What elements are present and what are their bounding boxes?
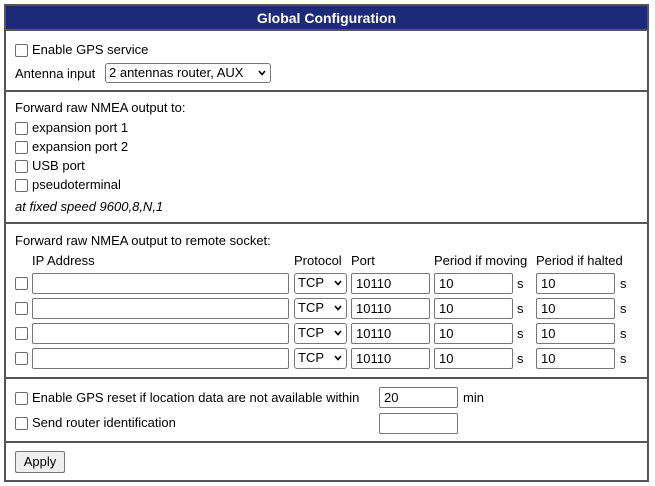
protocol-select[interactable]: TCP: [294, 273, 347, 294]
send-router-id-checkbox[interactable]: [15, 417, 28, 430]
apply-button[interactable]: Apply: [15, 451, 65, 473]
period-halted-input[interactable]: 10: [536, 273, 615, 294]
protocol-value: TCP: [298, 350, 324, 365]
panel-title: Global Configuration: [6, 6, 647, 31]
protocol-value: TCP: [298, 325, 324, 340]
period-halted-unit: s: [620, 276, 627, 291]
reset-timeout-unit: min: [463, 390, 484, 405]
forward-section: Forward raw NMEA output to: expansion po…: [6, 90, 647, 220]
protocol-select[interactable]: TCP: [294, 348, 347, 369]
ip-address-input[interactable]: [32, 273, 289, 294]
protocol-select[interactable]: TCP: [294, 298, 347, 319]
protocol-header: Protocol: [294, 253, 342, 268]
global-configuration-panel: Global Configuration Enable GPS service …: [4, 4, 649, 482]
ip-address-input[interactable]: [32, 323, 289, 344]
port-input[interactable]: 10110: [351, 348, 430, 369]
protocol-value: TCP: [298, 275, 324, 290]
forward-heading: Forward raw NMEA output to:: [15, 100, 186, 115]
antenna-input-label: Antenna input: [15, 66, 96, 81]
period-moving-input[interactable]: 10: [434, 323, 513, 344]
period-moving-unit: s: [517, 326, 524, 341]
pseudoterminal-checkbox[interactable]: [15, 179, 28, 192]
pseudoterminal-label: pseudoterminal: [32, 177, 121, 192]
port-input[interactable]: 10110: [351, 323, 430, 344]
chevron-down-icon: [334, 280, 342, 286]
port-input[interactable]: 10110: [351, 298, 430, 319]
socket-row-checkbox[interactable]: [15, 352, 28, 365]
remote-socket-heading: Forward raw NMEA output to remote socket…: [15, 233, 271, 248]
router-id-input[interactable]: [379, 413, 458, 434]
period-halted-unit: s: [620, 326, 627, 341]
enable-gps-checkbox[interactable]: [15, 44, 28, 57]
protocol-value: TCP: [298, 300, 324, 315]
period-moving-unit: s: [517, 301, 524, 316]
enable-gps-reset-label: Enable GPS reset if location data are no…: [32, 390, 360, 405]
enable-gps-label: Enable GPS service: [32, 42, 149, 57]
chevron-down-icon: [334, 355, 342, 361]
period-halted-input[interactable]: 10: [536, 348, 615, 369]
socket-row-checkbox[interactable]: [15, 302, 28, 315]
antenna-input-value: 2 antennas router, AUX: [109, 65, 244, 80]
period-halted-unit: s: [620, 351, 627, 366]
period-moving-header: Period if moving: [434, 253, 528, 268]
expansion-port-1-checkbox[interactable]: [15, 122, 28, 135]
expansion-port-2-label: expansion port 2: [32, 139, 129, 154]
expansion-port-1-label: expansion port 1: [32, 120, 129, 135]
ip-address-input[interactable]: [32, 298, 289, 319]
ip-address-input[interactable]: [32, 348, 289, 369]
port-input[interactable]: 10110: [351, 273, 430, 294]
usb-port-label: USB port: [32, 158, 85, 173]
remote-socket-section: Forward raw NMEA output to remote socket…: [6, 222, 647, 376]
antenna-input-select[interactable]: 2 antennas router, AUX: [105, 63, 271, 83]
period-halted-header: Period if halted: [536, 253, 623, 268]
send-router-id-label: Send router identification: [32, 415, 176, 430]
usb-port-checkbox[interactable]: [15, 160, 28, 173]
port-header: Port: [351, 253, 375, 268]
period-halted-input[interactable]: 10: [536, 298, 615, 319]
period-halted-unit: s: [620, 301, 627, 316]
chevron-down-icon: [334, 330, 342, 336]
period-halted-input[interactable]: 10: [536, 323, 615, 344]
period-moving-input[interactable]: 10: [434, 348, 513, 369]
chevron-down-icon: [258, 70, 266, 76]
socket-row-checkbox[interactable]: [15, 277, 28, 290]
period-moving-unit: s: [517, 276, 524, 291]
apply-section: Apply: [6, 441, 647, 480]
gps-reset-section: Enable GPS reset if location data are no…: [6, 377, 647, 441]
expansion-port-2-checkbox[interactable]: [15, 141, 28, 154]
reset-timeout-input[interactable]: 20: [379, 387, 458, 408]
protocol-select[interactable]: TCP: [294, 323, 347, 344]
period-moving-unit: s: [517, 351, 524, 366]
enable-gps-reset-checkbox[interactable]: [15, 392, 28, 405]
fixed-speed-note: at fixed speed 9600,8,N,1: [15, 199, 164, 214]
socket-row-checkbox[interactable]: [15, 327, 28, 340]
ip-address-header: IP Address: [32, 253, 95, 268]
period-moving-input[interactable]: 10: [434, 298, 513, 319]
chevron-down-icon: [334, 305, 342, 311]
period-moving-input[interactable]: 10: [434, 273, 513, 294]
